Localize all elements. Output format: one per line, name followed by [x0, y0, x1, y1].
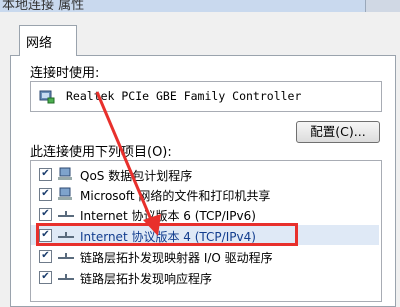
adapter-box: Realtek PCIe GBE Family Controller	[30, 81, 382, 112]
protocol-icon	[58, 211, 74, 217]
list-item-ipv4[interactable]: ✔ Internet 协议版本 4 (TCP/IPv4)	[31, 225, 379, 245]
item-checkbox[interactable]: ✔	[39, 168, 52, 181]
item-checkbox[interactable]: ✔	[39, 229, 52, 242]
list-item-qos[interactable]: ✔ QoS 数据包计划程序	[31, 164, 379, 184]
list-item-ipv6[interactable]: ✔ Internet 协议版本 6 (TCP/IPv6)	[31, 204, 379, 224]
list-item-lltd-mapper[interactable]: ✔ 链路层拓扑发现映射器 I/O 驱动程序	[31, 246, 379, 266]
adapter-name: Realtek PCIe GBE Family Controller	[66, 89, 302, 103]
list-item-file-share[interactable]: ✔ Microsoft 网络的文件和打印机共享	[31, 184, 379, 204]
connect-using-label: 连接时使用:	[30, 66, 100, 81]
item-label: 链路层拓扑发现响应程序	[80, 272, 213, 286]
items-section-label: 此连接使用下列项目(O):	[30, 145, 172, 160]
protocol-icon	[58, 232, 74, 238]
protocol-icon	[58, 274, 74, 280]
tab-network[interactable]: 网络	[19, 25, 77, 56]
window-title: 本地连接 属性	[2, 0, 85, 12]
qos-icon	[58, 167, 72, 180]
item-label: Internet 协议版本 4 (TCP/IPv4)	[80, 230, 256, 244]
protocol-icon	[58, 253, 74, 259]
item-label: 链路层拓扑发现映射器 I/O 驱动程序	[80, 251, 273, 265]
item-checkbox[interactable]: ✔	[39, 250, 52, 263]
item-checkbox[interactable]: ✔	[39, 188, 52, 201]
file-share-icon	[58, 187, 72, 200]
item-label: QoS 数据包计划程序	[80, 169, 193, 183]
window-titlebar: 本地连接 属性	[0, 0, 400, 12]
item-checkbox[interactable]: ✔	[39, 208, 52, 221]
configure-button[interactable]: 配置(C)...	[296, 121, 380, 143]
close-button[interactable]	[365, 0, 400, 12]
item-label: Internet 协议版本 6 (TCP/IPv6)	[80, 209, 256, 223]
list-item-lltd-responder[interactable]: ✔ 链路层拓扑发现响应程序	[31, 267, 379, 287]
item-checkbox[interactable]: ✔	[39, 271, 52, 284]
items-list: ✔ QoS 数据包计划程序 ✔ Microsoft 网络的文件和打印机共享 ✔ …	[30, 160, 382, 302]
item-label: Microsoft 网络的文件和打印机共享	[80, 189, 271, 203]
tab-network-label: 网络	[26, 36, 53, 51]
network-adapter-icon	[39, 90, 55, 104]
